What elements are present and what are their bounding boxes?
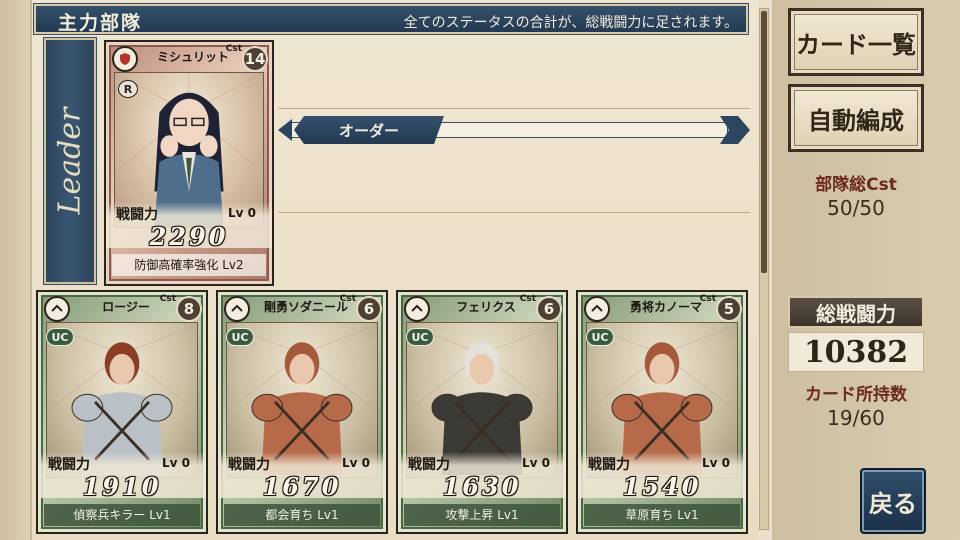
card-list-button[interactable]: カード一覧: [788, 8, 924, 76]
power-label: 戦闘力: [116, 207, 158, 223]
left-edge: [0, 0, 30, 540]
cards-owned-value: 19/60: [827, 406, 885, 430]
chevron-up-icon: [44, 296, 70, 322]
order-left-arrow-icon[interactable]: [278, 119, 292, 141]
card-cost: 5: [716, 296, 742, 322]
shield-icon: [112, 46, 138, 72]
card-power: 1630: [442, 472, 522, 501]
divider-top: [278, 108, 750, 109]
cost-label: Cst: [225, 44, 242, 54]
cost-label: Cst: [519, 294, 536, 304]
rarity-badge: UC: [46, 328, 74, 346]
power-label: 戦闘力: [408, 457, 450, 473]
card-cost: 8: [176, 296, 202, 322]
cost-label: Cst: [159, 294, 176, 304]
card-power: 1910: [82, 472, 162, 501]
power-label: 戦闘力: [588, 457, 630, 473]
rarity-badge: R: [118, 80, 138, 98]
member-card[interactable]: フェリクス Cst 6 UC 戦闘力 Lv 0 1630 攻撃上昇 Lv1: [396, 290, 568, 534]
total-power-label: 総戦闘力: [788, 296, 924, 328]
back-button[interactable]: 戻る: [860, 468, 926, 534]
team-cost-label: 部隊総Cst: [815, 175, 897, 195]
chevron-up-icon: [404, 296, 430, 322]
side-panel: [772, 0, 960, 540]
chevron-up-icon: [584, 296, 610, 322]
auto-formation-button[interactable]: 自動編成: [788, 84, 924, 152]
order-bar[interactable]: オーダー: [278, 116, 750, 144]
page-title: 主力部隊: [58, 12, 143, 34]
member-card[interactable]: ロージー Cst 8 UC 戦闘力 Lv 0 1910 偵察兵キラー Lv1: [36, 290, 208, 534]
rarity-badge: UC: [586, 328, 614, 346]
cost-label: Cst: [339, 294, 356, 304]
team-cost-value: 50/50: [827, 196, 885, 220]
card-level: Lv 0: [162, 456, 190, 470]
member-card[interactable]: 勇将カノーマ Cst 5 UC 戦闘力 Lv 0 1540 草原育ち Lv1: [576, 290, 748, 534]
rarity-badge: UC: [406, 328, 434, 346]
card-cost: 6: [356, 296, 382, 322]
card-power: 1540: [622, 472, 702, 501]
rarity-badge: UC: [226, 328, 254, 346]
card-skill: 攻撃上昇 Lv1: [404, 504, 560, 526]
total-power-value: 10382: [788, 332, 924, 372]
crosshair-icon: [224, 296, 250, 322]
leader-banner: Leader: [44, 38, 96, 284]
card-level: Lv 0: [228, 206, 256, 220]
card-skill: 都会育ち Lv1: [224, 504, 380, 526]
card-level: Lv 0: [342, 456, 370, 470]
cost-label: Cst: [699, 294, 716, 304]
card-cost: 14: [242, 46, 268, 72]
leader-label: Leader: [52, 107, 88, 215]
card-cost: 6: [536, 296, 562, 322]
scroll-thumb[interactable]: [761, 11, 767, 273]
member-card[interactable]: 剛勇ソダニール Cst 6 UC 戦闘力 Lv 0 1670 都会育ち Lv1: [216, 290, 388, 534]
power-label: 戦闘力: [228, 457, 270, 473]
scrollbar[interactable]: [759, 8, 769, 530]
card-power: 1670: [262, 472, 342, 501]
card-skill: 偵察兵キラー Lv1: [44, 504, 200, 526]
card-level: Lv 0: [522, 456, 550, 470]
card-skill: 草原育ち Lv1: [584, 504, 740, 526]
order-label: オーダー: [294, 116, 444, 144]
header-bar: 主力部隊 全てのステータスの合計が、総戦闘力に足されます。: [34, 4, 748, 34]
power-label: 戦闘力: [48, 457, 90, 473]
card-skill: 防御高確率強化 Lv2: [112, 254, 266, 276]
cards-owned-label: カード所持数: [805, 385, 907, 405]
card-level: Lv 0: [702, 456, 730, 470]
leader-card[interactable]: ミシュリット Cst 14 R 戦闘力 Lv 0 2290 防御高確率強化 Lv…: [104, 40, 274, 286]
header-note: 全てのステータスの合計が、総戦闘力に足されます。: [403, 15, 738, 31]
divider-bottom: [278, 212, 750, 213]
card-power: 2290: [149, 222, 229, 251]
